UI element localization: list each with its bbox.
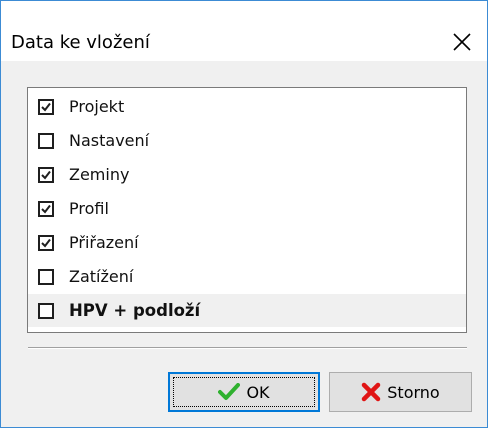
cancel-label: Storno [387,382,440,402]
list-item-nastaveni[interactable]: Nastavení [28,124,466,157]
list-item-label: Zeminy [69,165,130,184]
list-item-label: Profil [69,199,109,218]
list-item-prirazeni[interactable]: Přiřazení [28,226,466,259]
list-item-label: Zatížení [69,267,134,286]
checkbox[interactable] [38,98,54,115]
checkbox[interactable] [38,302,54,319]
focus-rect [173,377,315,407]
red-x-icon [361,382,381,402]
checkbox[interactable] [38,166,54,183]
list-item-profil[interactable]: Profil [28,192,466,225]
list-item-label: HPV + podloží [69,301,201,320]
check-mark-icon [41,170,51,180]
list-item-zeminy[interactable]: Zeminy [28,158,466,191]
data-checklist: Projekt Nastavení Zeminy Profil Přiřazen… [27,87,467,333]
list-item-label: Přiřazení [69,233,139,252]
checkbox[interactable] [38,132,54,149]
list-item-projekt[interactable]: Projekt [28,90,466,123]
checkbox[interactable] [38,200,54,217]
check-mark-icon [41,102,51,112]
cancel-button[interactable]: Storno [329,372,472,412]
close-icon[interactable] [449,29,475,55]
check-mark-icon [41,204,51,214]
separator [28,347,467,349]
ok-button[interactable]: OK [168,372,320,412]
dialog-title: Data ke vložení [11,32,150,53]
list-item-zatizeni[interactable]: Zatížení [28,260,466,293]
list-item-label: Projekt [69,97,125,116]
title-bar: Data ke vložení [1,1,487,61]
check-mark-icon [41,238,51,248]
list-item-label: Nastavení [69,131,150,150]
list-item-hpv-podlozi[interactable]: HPV + podloží [28,294,466,327]
checkbox[interactable] [38,234,54,251]
dialog-window: Data ke vložení Projekt Nastavení Zeminy… [0,0,488,428]
checkbox[interactable] [38,268,54,285]
